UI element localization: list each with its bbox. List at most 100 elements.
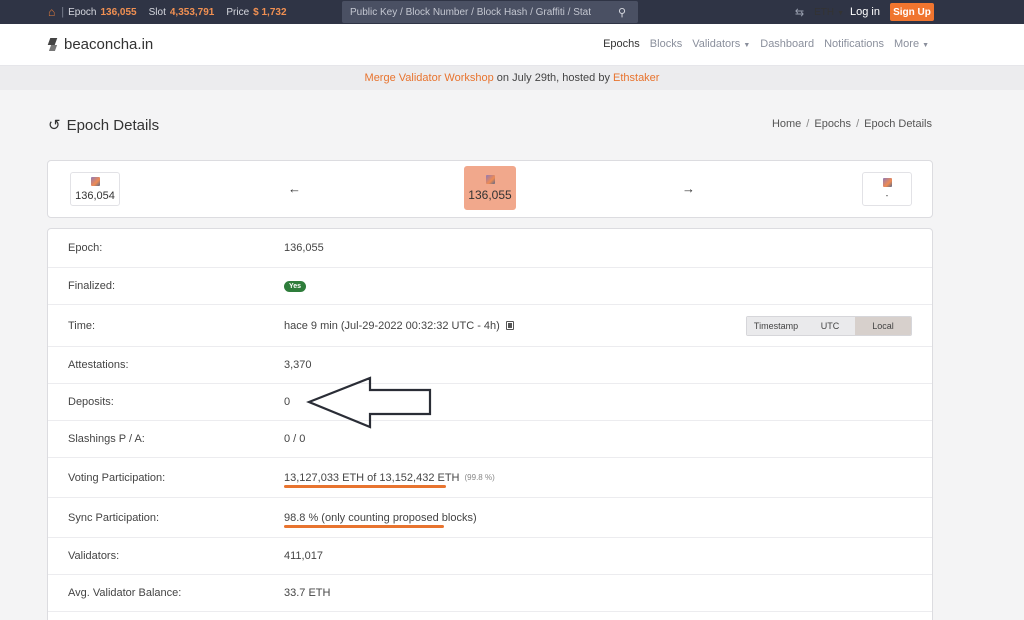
currency-selector[interactable]: ETH ▼ — [814, 7, 844, 18]
detail-row-attestations: Attestations: 3,370 — [48, 347, 932, 384]
login-link[interactable]: Log in — [850, 6, 880, 18]
epoch-stat-value[interactable]: 136,055 — [100, 7, 136, 18]
detail-row-sync: Sync Participation: 98.8 % (only countin… — [48, 498, 932, 538]
detail-row-epoch: Epoch: 136,055 — [48, 229, 932, 268]
brand-name: beaconcha.in — [64, 36, 154, 53]
deposits-value: 0 — [284, 396, 291, 408]
price-stat-label: Price — [226, 6, 250, 18]
currency-label: ETH — [814, 6, 835, 18]
detail-row-slashings: Slashings P / A: 0 / 0 — [48, 421, 932, 458]
breadcrumb-home[interactable]: Home — [772, 118, 801, 130]
highlight-underline — [284, 525, 444, 528]
breadcrumb-epochs[interactable]: Epochs — [814, 118, 851, 130]
toggle-local[interactable]: Local — [855, 316, 911, 335]
sync-label: Sync Participation: — [68, 511, 160, 524]
copy-icon[interactable] — [505, 321, 514, 330]
avg-balance-value: 33.7 ETH — [284, 587, 331, 599]
current-epoch-box: 136,055 — [464, 166, 516, 210]
nav-blocks[interactable]: Blocks — [650, 38, 682, 50]
time-format-toggle: Timestamp UTC Local — [746, 315, 912, 336]
toggle-timestamp[interactable]: Timestamp — [747, 316, 805, 335]
epoch-value: 136,055 — [284, 242, 324, 254]
toggle-utc[interactable]: UTC — [805, 316, 855, 335]
search-input[interactable] — [350, 6, 618, 18]
epoch-stat: Epoch 136,055 — [68, 7, 137, 18]
attestations-label: Attestations: — [68, 359, 129, 371]
search-icon[interactable]: ⚲ — [618, 6, 626, 19]
validators-value: 411,017 — [284, 550, 323, 562]
current-epoch-number: 136,055 — [468, 187, 512, 202]
chevron-down-icon: ▼ — [743, 42, 751, 49]
detail-row-validators: Validators: 411,017 — [48, 538, 932, 575]
nav-validators[interactable]: Validators ▼ — [692, 38, 750, 50]
page-title: ↺ Epoch Details — [48, 116, 160, 135]
home-icon[interactable]: ⌂ — [48, 5, 55, 19]
slashings-value: 0 / 0 — [284, 433, 306, 445]
highlight-underline — [284, 485, 446, 488]
ethstaker-link[interactable]: Ethstaker — [613, 72, 659, 84]
epoch-details-table: Epoch: 136,055 Finalized: Yes Time: hace… — [47, 228, 933, 620]
deposits-label: Deposits: — [68, 396, 114, 408]
signup-button[interactable]: Sign Up — [890, 3, 934, 21]
nav-notifications[interactable]: Notifications — [824, 38, 884, 50]
finalized-value: Yes — [284, 280, 307, 292]
voting-percent: (99.8 %) — [464, 473, 495, 482]
global-search: ⚲ — [342, 1, 638, 23]
history-icon: ↺ — [48, 117, 61, 134]
nav-menu: Epochs Blocks Validators ▼ Dashboard Noti… — [603, 38, 929, 50]
brand-logo[interactable]: beaconcha.in — [48, 36, 153, 53]
time-value: hace 9 min (Jul-29-2022 00:32:32 UTC - 4… — [284, 320, 514, 332]
workshop-link[interactable]: Merge Validator Workshop — [365, 72, 494, 84]
breadcrumb-separator: / — [806, 118, 810, 130]
epoch-cube-icon — [485, 174, 495, 184]
separator: | — [61, 6, 65, 18]
breadcrumb: Home / Epochs / Epoch Details — [772, 118, 932, 130]
banner-text: on July 29th, hosted by — [493, 72, 613, 84]
nav-dashboard[interactable]: Dashboard — [760, 38, 814, 50]
main-navbar: beaconcha.in Epochs Blocks Validators ▼ D… — [0, 24, 1024, 66]
breadcrumb-current: Epoch Details — [864, 118, 932, 130]
prev-epoch-box[interactable]: 136,054 — [70, 172, 120, 206]
epoch-cube-icon — [882, 178, 892, 187]
page-title-text: Epoch Details — [66, 116, 160, 134]
slot-stat: Slot 4,353,791 — [149, 7, 215, 18]
slashings-label: Slashings P / A: — [68, 433, 145, 445]
beaconchain-logo-icon — [48, 38, 58, 52]
next-epoch-number: - — [885, 191, 889, 200]
language-icon[interactable]: ⇆ — [795, 6, 804, 19]
arrow-left-icon[interactable]: ← — [288, 181, 301, 196]
chevron-down-icon: ▼ — [837, 9, 845, 17]
price-stat: Price $ 1,732 — [226, 7, 286, 18]
detail-row-deposits: Deposits: 0 — [48, 384, 932, 421]
finalized-badge: Yes — [284, 280, 307, 292]
validators-label: Validators: — [68, 550, 120, 562]
price-stat-value: $ 1,732 — [253, 6, 287, 18]
epoch-stat-label: Epoch — [68, 6, 97, 18]
detail-row-time: Time: hace 9 min (Jul-29-2022 00:32:32 U… — [48, 305, 932, 347]
epoch-cube-icon — [90, 176, 100, 186]
arrow-right-icon[interactable]: → — [682, 181, 695, 196]
epoch-label: Epoch: — [68, 242, 103, 254]
detail-row-voting: Voting Participation: 13,127,033 ETH of … — [48, 458, 932, 498]
nav-more-label: More — [894, 38, 920, 50]
voting-value-text: 13,127,033 ETH of 13,152,432 ETH — [284, 471, 460, 484]
detail-row-avg-balance: Avg. Validator Balance: 33.7 ETH — [48, 575, 932, 612]
slot-stat-value[interactable]: 4,353,791 — [170, 7, 215, 18]
announcement-banner: Merge Validator Workshop on July 29th, h… — [0, 66, 1024, 90]
nav-more[interactable]: More ▼ — [894, 38, 929, 50]
chevron-down-icon: ▼ — [922, 42, 929, 49]
epoch-navigation: 136,054 ← 136,055 → - — [47, 160, 933, 218]
top-right-controls: ⇆ ETH ▼ Log in — [795, 0, 880, 24]
annotation-arrow-icon — [306, 376, 432, 429]
voting-label: Voting Participation: — [68, 471, 166, 484]
finalized-label: Finalized: — [68, 280, 116, 292]
sync-value: 98.8 % (only counting proposed blocks) — [284, 511, 477, 524]
next-epoch-box[interactable]: - — [862, 172, 912, 206]
detail-row-finalized: Finalized: Yes — [48, 268, 932, 305]
voting-value: 13,127,033 ETH of 13,152,432 ETH (99.8 %… — [284, 472, 495, 484]
breadcrumb-separator: / — [856, 118, 860, 130]
attestations-value: 3,370 — [284, 359, 312, 371]
nav-validators-label: Validators — [692, 38, 741, 50]
nav-epochs[interactable]: Epochs — [603, 38, 640, 50]
slot-stat-label: Slot — [148, 6, 166, 18]
